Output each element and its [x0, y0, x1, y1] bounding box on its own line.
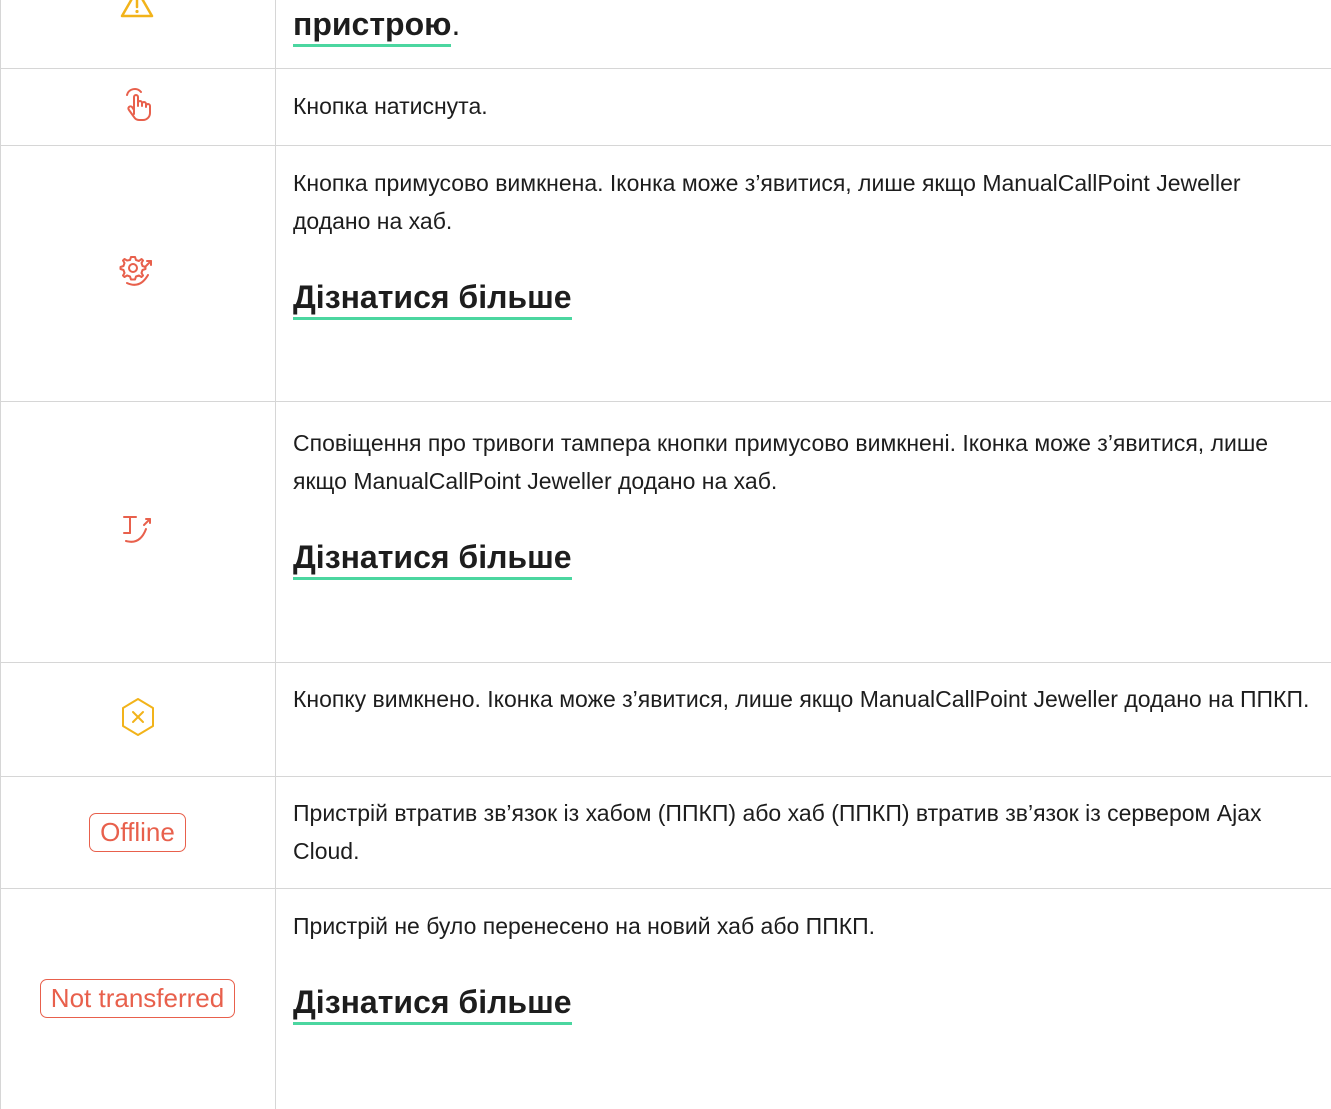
icon-cell: Not transferred [0, 888, 275, 1109]
table-row: пристрою. [0, 0, 1331, 69]
table-row: Offline Пристрій втратив зв’язок із хабо… [0, 776, 1331, 889]
sentence-period: . [451, 6, 461, 42]
icon-cell: Offline [0, 776, 275, 888]
gear-bypass-icon [118, 253, 158, 294]
text-cell: Кнопка натиснута. [293, 87, 1317, 125]
row-description: Кнопка примусово вимкнена. Іконка може з… [293, 170, 1241, 234]
row-description: Сповіщення про тривоги тампера кнопки пр… [293, 430, 1269, 494]
row-description: Пристрій втратив зв’язок із хабом (ППКП)… [293, 800, 1262, 864]
status-icons-table: пристрою. Кнопка натиснута. Кнопка приму… [0, 0, 1331, 1109]
learn-more-link[interactable]: Дізнатися більше [293, 983, 572, 1025]
text-cell: Кнопка примусово вимкнена. Іконка може з… [293, 164, 1317, 320]
row-description: Кнопку вимкнено. Іконка може з’явитися, … [293, 686, 1310, 712]
table-row: Кнопку вимкнено. Іконка може з’явитися, … [0, 662, 1331, 777]
text-cell: Кнопку вимкнено. Іконка може з’явитися, … [293, 680, 1317, 718]
learn-more-link[interactable]: Дізнатися більше [293, 278, 572, 320]
warning-icon [120, 0, 154, 23]
not-transferred-badge: Not transferred [39, 979, 236, 1018]
icon-cell [0, 662, 275, 776]
learn-more-link[interactable]: Дізнатися більше [293, 538, 572, 580]
device-link[interactable]: пристрою [293, 5, 452, 47]
icon-cell [0, 401, 275, 662]
row-description: Кнопка натиснута. [293, 93, 488, 119]
table-row: Сповіщення про тривоги тампера кнопки пр… [0, 401, 1331, 663]
tamper-bypass-icon [118, 511, 158, 552]
text-cell: Пристрій втратив зв’язок із хабом (ППКП)… [293, 794, 1317, 870]
icon-cell [0, 0, 275, 68]
table-row: Not transferred Пристрій не було перенес… [0, 888, 1331, 1109]
text-cell: пристрою. [293, 5, 1317, 47]
table-row: Кнопка примусово вимкнена. Іконка може з… [0, 145, 1331, 402]
text-cell: Сповіщення про тривоги тампера кнопки пр… [293, 424, 1317, 580]
icon-cell [0, 68, 275, 145]
tap-icon [122, 86, 154, 127]
row-description: Пристрій не було перенесено на новий хаб… [293, 913, 876, 939]
table-row: Кнопка натиснута. [0, 68, 1331, 146]
text-cell: Пристрій не було перенесено на новий хаб… [293, 907, 1317, 1025]
icon-cell [0, 145, 275, 401]
offline-badge: Offline [89, 812, 186, 852]
disabled-octagon-icon [118, 697, 158, 742]
